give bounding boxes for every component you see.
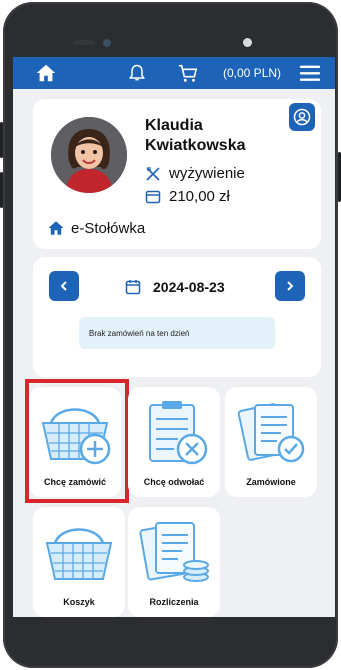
meal-plan-label: wyżywienie [169, 165, 245, 182]
balance-value: 210,00 zł [169, 188, 230, 205]
top-navbar: (0,00 PLN) [13, 57, 335, 89]
balance-row: 210,00 zł [145, 188, 230, 205]
app-screen: (0,00 PLN) Klaudia Kwiatkowska wyżywieni… [13, 57, 335, 617]
bell-icon[interactable] [127, 63, 147, 83]
calendar-icon [125, 280, 141, 295]
org-row: e-Stołówka [47, 219, 145, 237]
settlements-tile[interactable]: Rozliczenia [128, 507, 220, 617]
basket-icon [45, 528, 113, 580]
tile-label: Zamówione [246, 477, 296, 487]
camera [103, 39, 111, 47]
empty-orders-message: Brak zamówień na ten dzień [79, 317, 275, 349]
date-card: 2024-08-23 Brak zamówień na ten dzień [33, 257, 321, 377]
avatar [51, 117, 127, 193]
volume-button [0, 172, 3, 208]
next-date-button[interactable] [275, 271, 305, 301]
tile-label: Chcę zamówić [43, 477, 107, 487]
user-first-name: Klaudia [145, 117, 203, 134]
avatar-illustration [51, 117, 127, 193]
profile-button[interactable] [289, 103, 315, 131]
chevron-left-icon [60, 281, 67, 291]
clipboard-cancel-icon [149, 401, 208, 465]
user-last-name: Kwiatkowska [145, 137, 246, 154]
cart-amount[interactable]: (0,00 PLN) [223, 66, 281, 80]
selected-date: 2024-08-23 [153, 279, 225, 295]
cart-icon[interactable] [177, 63, 199, 83]
tile-label: Rozliczenia [149, 597, 199, 607]
documents-check-icon [237, 403, 305, 463]
sensor [243, 38, 252, 47]
speaker [73, 40, 95, 45]
profile-card: Klaudia Kwiatkowska wyżywienie 210,00 zł [33, 99, 321, 249]
wallet-icon [145, 190, 161, 203]
basket-tile[interactable]: Koszyk [33, 507, 125, 617]
user-circle-icon [293, 108, 311, 126]
cancel-tile[interactable]: Chcę odwołać [128, 387, 220, 497]
invoice-coins-icon [139, 522, 209, 582]
order-tile[interactable]: Chcę zamówić [29, 387, 121, 497]
home-icon [48, 221, 64, 235]
chevron-right-icon [287, 281, 294, 291]
volume-button [0, 122, 3, 158]
date-display[interactable]: 2024-08-23 [125, 279, 225, 295]
meal-plan-row: wyżywienie [145, 165, 245, 182]
home-icon[interactable] [35, 62, 57, 84]
previous-date-button[interactable] [49, 271, 79, 301]
ordered-tile[interactable]: Zamówione [225, 387, 317, 497]
org-name: e-Stołówka [71, 219, 146, 237]
tile-label: Chcę odwołać [143, 477, 205, 487]
tile-label: Koszyk [63, 597, 95, 607]
cutlery-icon [146, 166, 160, 181]
basket-add-icon [41, 408, 111, 465]
menu-icon[interactable] [299, 63, 321, 83]
phone-frame: (0,00 PLN) Klaudia Kwiatkowska wyżywieni… [0, 2, 341, 668]
